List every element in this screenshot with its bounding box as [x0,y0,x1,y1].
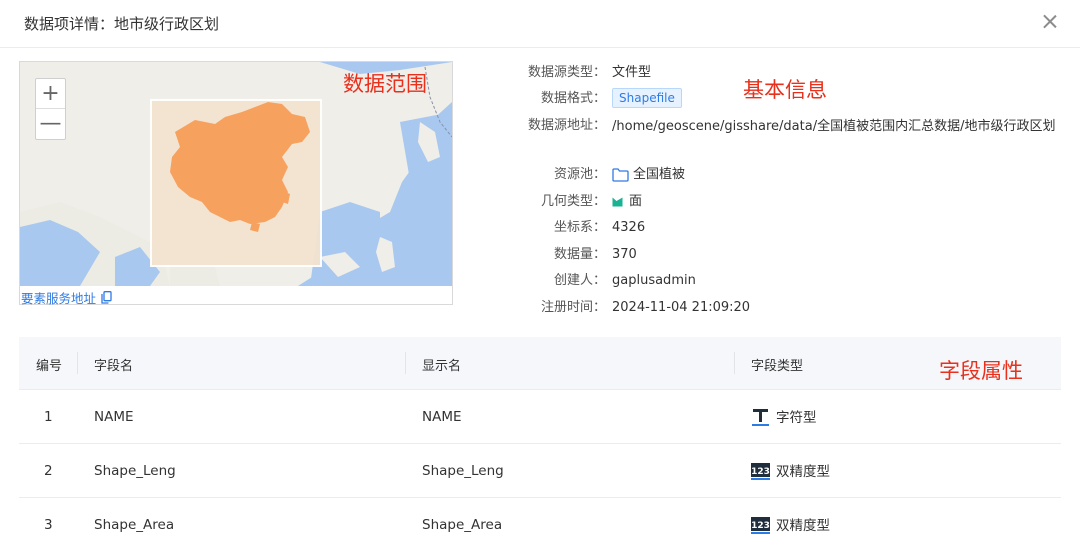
column-header-type: 字段类型 [751,359,804,374]
cell-field-name: NAME [94,409,134,425]
data-item-detail-dialog: 数据项详情：地市级行政区划 + — 数据范围 要素服务地址 基本信息 数据源类型… [0,0,1080,545]
cell-index: 2 [44,463,53,479]
field-type-label: 双精度型 [776,464,830,480]
zoom-control: + — [35,78,66,140]
cell-field-type: 字符型 [751,406,817,426]
info-label: 数据格式： [540,91,606,106]
table-row[interactable]: 3 Shape_Area Shape_Area 123 双精度型 [19,498,1061,545]
cell-display-name: Shape_Leng [422,463,504,479]
info-label: 坐标系： [553,220,606,235]
info-value: gaplusadmin [612,273,696,288]
info-value: 文件型 [612,65,652,80]
table-row[interactable]: 1 NAME NAME 字符型 [19,390,1061,444]
info-label: 注册时间： [540,300,606,315]
feature-service-label: 要素服务地址 [21,291,97,306]
info-value: 370 [612,247,637,262]
info-label: 创建人： [553,273,606,288]
folder-icon [612,167,629,182]
extent-map-panel: + — 数据范围 要素服务地址 [19,61,453,307]
info-label: 数据量： [553,247,606,262]
cell-display-name: NAME [422,409,462,425]
copy-icon[interactable] [101,291,112,304]
info-label: 几何类型： [540,194,606,209]
basic-info-annotation: 基本信息 [743,78,827,102]
extent-map[interactable]: + — 数据范围 [20,62,452,286]
column-divider[interactable] [734,352,735,374]
table-row[interactable]: 2 Shape_Leng Shape_Leng 123 双精度型 [19,444,1061,498]
info-label: 资源池： [553,167,606,182]
close-icon[interactable] [1040,12,1060,32]
svg-text:123: 123 [751,467,770,477]
cell-field-type: 123 双精度型 [751,460,830,480]
feature-service-link[interactable]: 要素服务地址 [21,288,112,307]
text-type-icon [752,408,769,426]
column-divider[interactable] [77,352,78,374]
info-label: 数据源类型： [527,65,606,80]
dialog-title: 数据项详情：地市级行政区划 [24,15,220,33]
table-header: 编号 字段名 显示名 字段类型 字段属性 [19,337,1061,390]
cell-index: 1 [44,409,53,425]
cell-display-name: Shape_Area [422,517,503,533]
info-value: /home/geoscene/gisshare/data/全国植被范围内汇总数据… [612,119,1056,134]
cell-field-name: Shape_Leng [94,463,176,479]
info-value: 全国植被 [633,167,686,182]
cell-index: 3 [44,517,53,533]
cell-field-name: Shape_Area [94,517,175,533]
number-type-icon: 123 [751,516,770,534]
field-type-label: 双精度型 [776,518,830,534]
zoom-in-button[interactable]: + [36,79,65,109]
info-label: 数据源地址： [527,118,606,133]
field-type-label: 字符型 [776,410,817,426]
column-header-field: 字段名 [94,359,134,374]
zoom-out-button[interactable]: — [36,109,65,139]
column-header-display: 显示名 [422,359,462,374]
format-tag: Shapefile [612,88,682,108]
column-divider[interactable] [405,352,406,374]
info-value: 2024-11-04 21:09:20 [612,300,751,315]
extent-annotation: 数据范围 [343,72,427,96]
cell-field-type: 123 双精度型 [751,514,830,534]
number-type-icon: 123 [751,462,770,480]
field-attributes-annotation: 字段属性 [939,359,1023,383]
dialog-header: 数据项详情：地市级行政区划 [0,0,1080,48]
polygon-icon [612,197,623,206]
info-value: 面 [629,194,643,209]
svg-text:123: 123 [751,521,770,531]
column-header-index: 编号 [36,359,63,374]
info-value: 4326 [612,220,646,235]
